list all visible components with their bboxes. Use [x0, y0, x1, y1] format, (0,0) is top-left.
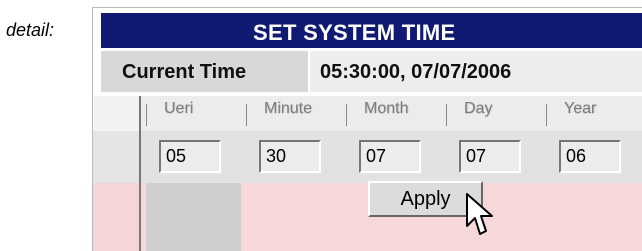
field-separator	[146, 104, 147, 126]
year-label: Year	[564, 100, 597, 117]
field-separator	[246, 104, 247, 126]
hour-field: Ueri	[146, 96, 241, 183]
current-time-label: Current Time	[122, 61, 247, 83]
day-input[interactable]	[459, 140, 521, 173]
panel-title-bar: SET SYSTEM TIME	[101, 13, 642, 48]
left-side-stub	[93, 96, 141, 251]
minute-input[interactable]	[259, 140, 321, 173]
day-field: Day	[446, 96, 541, 183]
month-label: Month	[364, 100, 409, 117]
current-time-label-cell: Current Time	[101, 51, 308, 92]
first-column-shade	[146, 183, 241, 251]
year-field: Year	[546, 96, 641, 183]
current-time-row: Current Time 05:30:00, 07/07/2006	[101, 51, 642, 92]
minute-field: Minute	[246, 96, 341, 183]
detail-caption: detail:	[6, 20, 55, 40]
year-input[interactable]	[559, 140, 621, 173]
minute-label: Minute	[264, 100, 313, 117]
time-fields-area: Ueri Minute Month Day Year	[93, 96, 642, 251]
current-time-value: 05:30:00, 07/07/2006	[320, 61, 512, 83]
current-time-value-cell: 05:30:00, 07/07/2006	[310, 51, 642, 92]
day-label: Day	[464, 100, 493, 117]
panel-title: SET SYSTEM TIME	[253, 20, 456, 45]
mouse-pointer-icon	[466, 193, 493, 235]
month-field: Month	[346, 96, 441, 183]
hour-input[interactable]	[159, 140, 221, 173]
month-input[interactable]	[359, 140, 421, 173]
screenshot-page: detail: SET SYSTEM TIME Current Time 05:…	[0, 0, 642, 251]
field-separator	[446, 104, 447, 126]
hour-label: Ueri	[164, 100, 194, 117]
field-separator	[546, 104, 547, 126]
left-divider-line	[139, 96, 141, 251]
field-separator	[346, 104, 347, 126]
